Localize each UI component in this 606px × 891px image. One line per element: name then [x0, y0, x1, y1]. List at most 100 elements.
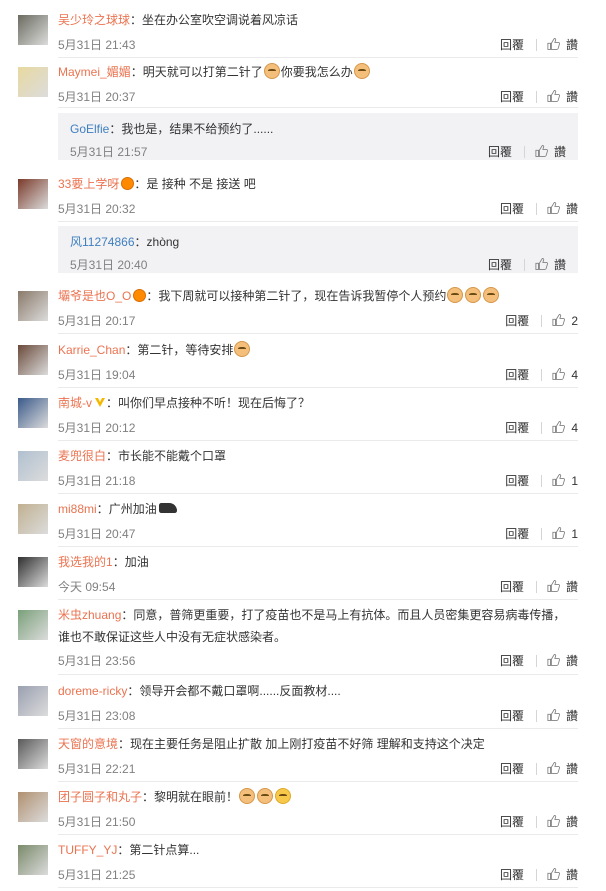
- comment-actions: 回覆 讚: [488, 143, 566, 160]
- separator: ：: [118, 737, 131, 751]
- like-count: 4: [571, 367, 578, 382]
- like-count: 讚: [565, 202, 578, 216]
- reply-button[interactable]: 回覆: [500, 36, 524, 53]
- like-button[interactable]: 讚: [547, 88, 578, 105]
- comment-body: 第二针，等待安排: [137, 343, 234, 357]
- vip-badge-icon: [133, 289, 147, 302]
- comment-body: 市长能不能戴个口罩: [118, 449, 227, 463]
- username-link[interactable]: 吴少玲之球球: [58, 13, 130, 27]
- user-avatar[interactable]: [18, 610, 48, 640]
- comment-body-2: 你要我怎么办: [280, 65, 353, 79]
- username-link[interactable]: 麦兜很白: [58, 449, 106, 463]
- comment-text: 天窗的意境：现在主要任务是阻止扩散 加上刚打疫苗不好筛 理解和支持这个决定: [58, 733, 576, 755]
- user-avatar[interactable]: [18, 179, 48, 209]
- comment-actions: 回覆 1: [505, 472, 578, 489]
- reply-button[interactable]: 回覆: [500, 866, 524, 883]
- user-avatar[interactable]: [18, 67, 48, 97]
- reply-button[interactable]: 回覆: [500, 813, 524, 830]
- like-button[interactable]: 讚: [535, 143, 566, 160]
- thumbs-up-icon: [552, 313, 566, 326]
- user-avatar[interactable]: [18, 398, 48, 428]
- username-link[interactable]: 南城-v: [58, 396, 92, 410]
- comment-text: 麦兜很白：市长能不能戴个口罩: [58, 445, 576, 467]
- reply-button[interactable]: 回覆: [500, 707, 524, 724]
- separator: ：: [125, 343, 138, 357]
- separator: ：: [96, 502, 109, 516]
- user-avatar[interactable]: [18, 504, 48, 534]
- user-avatar[interactable]: [18, 345, 48, 375]
- reply-button[interactable]: 回覆: [488, 143, 512, 160]
- emoji-icon: [234, 341, 251, 357]
- user-avatar[interactable]: [18, 15, 48, 45]
- user-avatar[interactable]: [18, 557, 48, 587]
- emoji-icon: [239, 788, 256, 804]
- like-button[interactable]: 讚: [547, 866, 578, 883]
- username-link[interactable]: TUFFY_YJ: [58, 843, 117, 857]
- username-link[interactable]: GoElfie: [70, 122, 109, 136]
- username-link[interactable]: mi88mi: [58, 502, 97, 516]
- separator: ：: [106, 449, 119, 463]
- username-link[interactable]: 我选我的1: [58, 555, 113, 569]
- username-link[interactable]: 33要上学呀: [58, 177, 119, 191]
- like-button[interactable]: 讚: [547, 813, 578, 830]
- like-count: 讚: [565, 654, 578, 668]
- reply-button[interactable]: 回覆: [505, 472, 529, 489]
- username-link[interactable]: 团子圆子和丸子: [58, 790, 142, 804]
- thumbs-up-icon: [547, 814, 560, 827]
- user-avatar[interactable]: [18, 686, 48, 716]
- comment-actions: 回覆 讚: [500, 578, 578, 595]
- like-count: 4: [571, 420, 578, 435]
- comment-text: 我选我的1：加油: [58, 551, 576, 573]
- username-link[interactable]: 米虫zhuang: [58, 608, 121, 622]
- reply-button[interactable]: 回覆: [505, 419, 529, 436]
- user-avatar[interactable]: [18, 792, 48, 822]
- comment-divider: [58, 781, 578, 782]
- comment-time: 5月31日 21:18: [58, 474, 136, 488]
- comment-divider: [58, 107, 578, 108]
- comment-text: TUFFY_YJ：第二针点算...: [58, 839, 576, 861]
- username-link[interactable]: Maymei_媚媚: [58, 65, 131, 79]
- separator: ：: [134, 177, 147, 191]
- like-button[interactable]: 1: [552, 474, 578, 488]
- like-button[interactable]: 讚: [547, 200, 578, 217]
- reply-button[interactable]: 回覆: [500, 652, 524, 669]
- username-link[interactable]: Karrie_Chan: [58, 343, 125, 357]
- separator: ：: [130, 65, 143, 79]
- reply-button[interactable]: 回覆: [500, 88, 524, 105]
- username-link[interactable]: 壩爷是也O_O: [58, 289, 131, 303]
- user-avatar[interactable]: [18, 291, 48, 321]
- like-button[interactable]: 1: [552, 527, 578, 541]
- like-button[interactable]: 讚: [547, 707, 578, 724]
- action-divider: [541, 421, 543, 434]
- vip-badge-icon: [121, 177, 135, 190]
- like-button[interactable]: 2: [552, 314, 578, 328]
- like-button[interactable]: 讚: [547, 760, 578, 777]
- like-button[interactable]: 讚: [547, 36, 578, 53]
- like-button[interactable]: 4: [552, 368, 578, 382]
- username-link[interactable]: 天窗的意境: [58, 737, 118, 751]
- user-avatar[interactable]: [18, 451, 48, 481]
- user-avatar[interactable]: [18, 739, 48, 769]
- like-button[interactable]: 讚: [535, 256, 566, 273]
- reply-button[interactable]: 回覆: [505, 525, 529, 542]
- reply-button[interactable]: 回覆: [500, 200, 524, 217]
- comment-actions: 回覆 讚: [500, 88, 578, 105]
- reply-button[interactable]: 回覆: [500, 578, 524, 595]
- like-button[interactable]: 讚: [547, 652, 578, 669]
- comment-actions: 回覆 1: [505, 525, 578, 542]
- reply-button[interactable]: 回覆: [500, 760, 524, 777]
- emoji-icon: [483, 287, 500, 303]
- username-link[interactable]: doreme-ricky: [58, 684, 127, 698]
- comment-divider: [58, 599, 578, 600]
- separator: ：: [142, 790, 155, 804]
- comment-time: 5月31日 20:47: [58, 527, 136, 541]
- like-button[interactable]: 讚: [547, 578, 578, 595]
- like-button[interactable]: 4: [552, 421, 578, 435]
- reply-button[interactable]: 回覆: [505, 312, 529, 329]
- reply-button[interactable]: 回覆: [488, 256, 512, 273]
- reply-button[interactable]: 回覆: [505, 366, 529, 383]
- user-avatar[interactable]: [18, 845, 48, 875]
- comment-text: 米虫zhuang：同意，普筛更重要，打了疫苗也不是马上有抗体。而且人员密集更容易…: [58, 604, 576, 648]
- username-link[interactable]: 风11274866: [70, 235, 135, 249]
- comment-body: 坐在办公室吹空调说着风凉话: [142, 13, 299, 27]
